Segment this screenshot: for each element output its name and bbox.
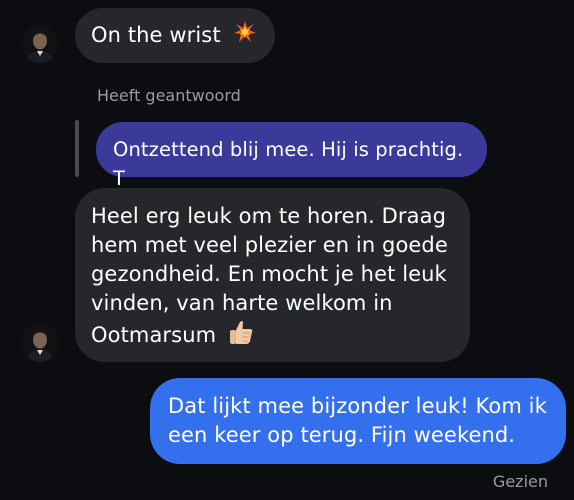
contact-avatar[interactable] [21,324,59,362]
contact-avatar[interactable] [21,25,59,63]
message-line: hem met veel plezier en in goede [91,233,448,257]
reply-label: Heeft geantwoord [97,86,241,105]
seen-status: Gezien [492,472,548,491]
message-bubble-outgoing[interactable]: Dat lijkt mee bijzonder leuk! Kom ik een… [150,378,566,464]
contact-photo [21,25,59,63]
message-text: On the wrist [91,23,221,47]
reply-indicator-bar [75,120,79,177]
contact-photo [21,324,59,362]
message-line: een keer op terug. Fijn weekend. [168,423,516,447]
replied-message-bubble[interactable]: Ontzettend blij mee. Hij is prachtig. T [96,122,487,190]
chat-thread: { "messages": [ {"sender": "contact", "t… [0,0,574,500]
message-bubble-incoming[interactable]: On the wrist [75,8,275,63]
message-line: Ootmarsum [91,323,217,347]
message-bubble-incoming[interactable]: Heel erg leuk om te horen. Draag hem met… [75,188,470,362]
message-line: gezondheid. En mocht je het leuk [91,262,447,286]
message-line: Heel erg leuk om te horen. Draag [91,204,447,228]
replied-message-text: Ontzettend blij mee. Hij is prachtig. T [113,138,464,190]
collision-emoji-icon [233,20,257,52]
message-line: vinden, van harte welkom in [91,291,393,315]
thumbs-up-emoji-icon [227,318,255,354]
message-line: Dat lijkt mee bijzonder leuk! Kom ik [168,394,547,418]
